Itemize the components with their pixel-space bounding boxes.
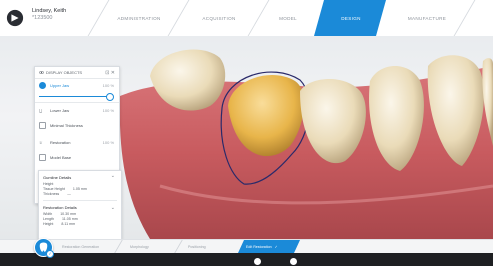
restoration-details-title: Restoration Details [43,205,77,210]
chevron-down-icon[interactable]: ⌄ [111,205,115,211]
gumline-row-thickness: Thickness — [43,192,71,196]
lower-jaw-label: Lower Jaw [50,108,70,113]
step-morphology[interactable]: Morphology [130,240,180,253]
model-base-label: Model Base [50,155,72,160]
gumline-details-title: Gumline Details [43,175,72,180]
restoration-row-height: Height 8.11 mm [43,222,76,226]
slider-knob[interactable] [106,93,114,101]
step-separator [114,240,123,253]
details-panel: Gumline Details ⌄ Height Tissue Height 1.… [38,170,122,239]
patient-name: Lindsey, Keith [32,8,67,14]
tool-button-right[interactable] [290,258,297,265]
slider-track [39,96,109,97]
panel-actions: ⊡ ✕ [105,70,115,76]
tab-acquisition[interactable]: ACQUISITION [180,0,258,36]
restoration-value: 100 % [102,139,114,145]
lower-jaw-icon: ⋃ [39,108,43,113]
minimal-thickness-row[interactable]: Minimal Thickness [35,117,119,133]
eye-icon [39,71,44,74]
lower-jaw-value: 100 % [102,108,114,113]
step-edit-restoration[interactable]: Edit Restoration ✓ [246,240,300,253]
step-restoration-generation[interactable]: Restoration Generation [62,240,110,253]
3d-viewport[interactable]: DISPLAY OBJECTS ⊡ ✕ Upper Jaw 100 % ⋃ Lo… [0,36,493,239]
lower-jaw-row[interactable]: ⋃ Lower Jaw 100 % [35,104,119,117]
pin-icon[interactable]: ⊡ [105,70,109,76]
tab-design[interactable]: DESIGN [316,0,386,36]
divider [35,102,119,103]
checkbox-icon[interactable] [39,154,46,161]
upper-jaw-row[interactable]: Upper Jaw 100 % [35,79,119,92]
minimal-thickness-label: Minimal Thickness [50,122,83,128]
divider [43,200,117,201]
upper-jaw-icon[interactable] [39,82,46,89]
patient-id: *123500 [32,15,53,21]
checkbox-icon[interactable] [39,121,46,129]
close-icon[interactable]: ✕ [111,70,115,76]
model-base-row[interactable]: Model Base [35,151,119,164]
top-navigation-bar: Lindsey, Keith *123500 ADMINISTRATION AC… [0,0,493,37]
display-objects-title: DISPLAY OBJECTS [46,70,83,75]
restoration-label: Restoration [50,139,71,145]
tab-manufacture[interactable]: MANUFACTURE [392,0,462,36]
upper-jaw-value: 100 % [102,83,114,88]
tool-button-left[interactable] [254,258,261,265]
upper-jaw-label: Upper Jaw [50,83,70,88]
step-positioning[interactable]: Positioning [188,240,236,253]
chevron-down-icon[interactable]: ⌄ [111,173,115,179]
restoration-row[interactable]: ♕ Restoration 100 % [35,133,119,151]
toolbar-strip [0,253,493,266]
patient-info[interactable]: Lindsey, Keith *123500 [32,8,66,22]
display-objects-header: DISPLAY OBJECTS ⊡ ✕ [35,67,119,79]
app-logo-icon[interactable] [6,9,24,27]
bottom-workflow-bar: Restoration Generation Morphology Positi… [0,239,493,266]
tab-model[interactable]: MODEL [260,0,316,36]
opacity-slider[interactable] [39,92,115,101]
tab-administration[interactable]: ADMINISTRATION [100,0,178,36]
check-icon: ✓ [274,244,278,249]
tooth-icon: ♕ [39,139,43,145]
check-icon: ✓ [46,250,54,258]
